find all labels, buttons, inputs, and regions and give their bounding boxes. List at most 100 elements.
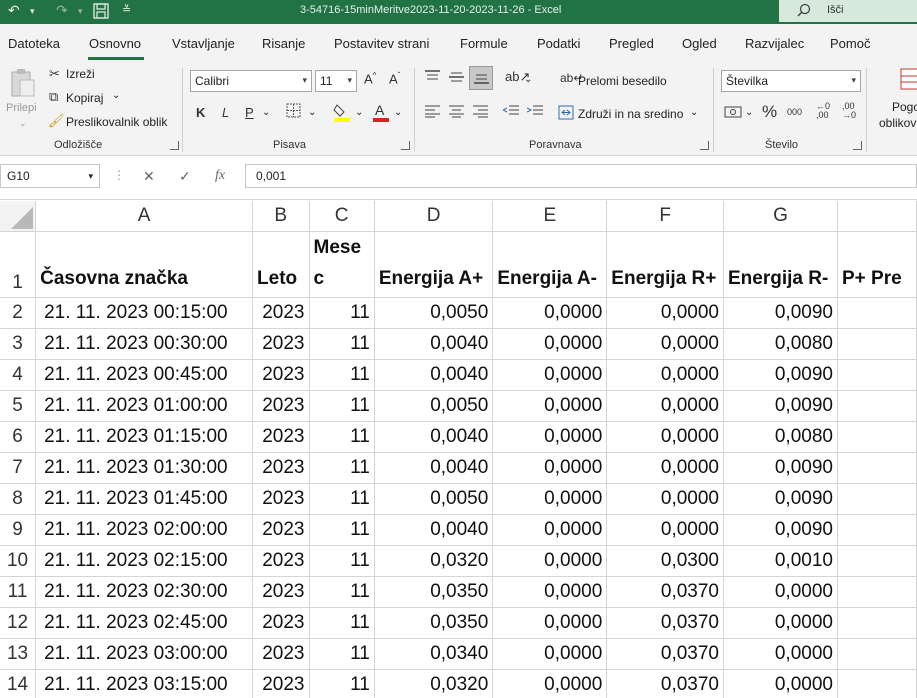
enter-icon[interactable]: ✓ xyxy=(179,168,191,185)
row-header[interactable]: 14 xyxy=(0,669,37,698)
cell[interactable]: 0,0090 xyxy=(723,483,838,515)
column-header[interactable]: D xyxy=(374,201,494,232)
fill-color-icon[interactable] xyxy=(333,102,351,125)
cell[interactable] xyxy=(837,576,917,608)
tab-osnovno[interactable]: Osnovno xyxy=(89,36,141,51)
tab-datoteka[interactable]: Datoteka xyxy=(8,36,60,51)
row-header[interactable]: 5 xyxy=(0,390,37,422)
cell[interactable]: 21. 11. 2023 01:00:00 xyxy=(35,390,254,422)
undo-icon[interactable]: ↶ xyxy=(8,2,20,19)
percent-icon[interactable]: % xyxy=(762,102,777,122)
align-center-icon[interactable] xyxy=(449,105,464,121)
tab-pomoc[interactable]: Pomoč xyxy=(830,36,870,51)
cell[interactable]: 2023 xyxy=(252,669,310,698)
copy-button[interactable]: Kopiraj xyxy=(66,91,103,105)
cell[interactable]: 0,0090 xyxy=(723,359,838,391)
row-header[interactable]: 7 xyxy=(0,452,37,484)
cell[interactable] xyxy=(837,390,917,422)
cell[interactable]: 0,0040 xyxy=(374,421,494,453)
cell[interactable]: 0,0090 xyxy=(723,297,838,329)
select-all-corner[interactable] xyxy=(0,201,37,232)
cell[interactable]: 2023 xyxy=(252,421,310,453)
cell[interactable]: 0,0040 xyxy=(374,359,494,391)
tab-postavitev-strani[interactable]: Postavitev strani xyxy=(334,36,429,51)
header-cell[interactable]: Časovna značka xyxy=(35,231,254,298)
cell[interactable]: 0,0000 xyxy=(606,514,724,546)
cell[interactable]: 11 xyxy=(309,669,375,698)
tab-risanje[interactable]: Risanje xyxy=(262,36,305,51)
cell[interactable]: 0,0090 xyxy=(723,452,838,484)
cell[interactable]: 21. 11. 2023 03:15:00 xyxy=(35,669,254,698)
copy-dropdown-icon[interactable]: ⌄ xyxy=(112,90,120,101)
cell[interactable]: 11 xyxy=(309,297,375,329)
underline-dropdown-icon[interactable]: ⌄ xyxy=(262,107,270,118)
row-header[interactable]: 2 xyxy=(0,297,37,329)
row-header[interactable]: 12 xyxy=(0,607,37,639)
cell[interactable]: 2023 xyxy=(252,328,310,360)
align-left-icon[interactable] xyxy=(425,105,440,121)
row-header[interactable]: 3 xyxy=(0,328,37,360)
cell[interactable] xyxy=(837,328,917,360)
wrap-text-button[interactable]: Prelomi besedilo xyxy=(578,74,667,88)
redo-icon[interactable]: ↷ xyxy=(56,2,68,19)
cell[interactable]: 21. 11. 2023 03:00:00 xyxy=(35,638,254,670)
header-cell[interactable]: Energija A+ xyxy=(374,231,494,298)
cell[interactable]: 0,0000 xyxy=(606,328,724,360)
cell[interactable]: 11 xyxy=(309,576,375,608)
cell[interactable]: 0,0320 xyxy=(374,669,494,698)
decrease-indent-icon[interactable] xyxy=(501,105,519,121)
row-header[interactable]: 11 xyxy=(0,576,37,608)
cell[interactable]: 11 xyxy=(309,359,375,391)
header-cell[interactable]: Mesec xyxy=(309,231,375,298)
comma-style-icon[interactable]: 000 xyxy=(787,107,802,117)
cell[interactable]: 21. 11. 2023 02:30:00 xyxy=(35,576,254,608)
cell[interactable]: 0,0000 xyxy=(492,669,608,698)
header-cell[interactable]: Leto xyxy=(252,231,310,298)
cell[interactable]: 0,0080 xyxy=(723,421,838,453)
undo-dropdown-icon[interactable]: ▾ xyxy=(30,6,35,17)
cell[interactable]: 0,0000 xyxy=(606,421,724,453)
cell[interactable]: 21. 11. 2023 01:30:00 xyxy=(35,452,254,484)
cancel-icon[interactable]: ✕ xyxy=(143,168,155,185)
cell[interactable]: 0,0370 xyxy=(606,607,724,639)
tab-pregled[interactable]: Pregled xyxy=(609,36,654,51)
cell[interactable]: 21. 11. 2023 01:15:00 xyxy=(35,421,254,453)
decrease-decimal-icon[interactable]: ,00 →0 xyxy=(842,102,856,120)
cell[interactable]: 2023 xyxy=(252,638,310,670)
merge-dropdown-icon[interactable]: ⌄ xyxy=(690,107,698,118)
cell[interactable] xyxy=(837,669,917,698)
number-format-select[interactable]: Številka ▾ xyxy=(721,70,861,92)
cell[interactable]: 2023 xyxy=(252,483,310,515)
save-icon[interactable] xyxy=(93,3,109,22)
cell[interactable]: 2023 xyxy=(252,452,310,484)
cell[interactable] xyxy=(837,297,917,329)
orientation-dropdown-icon[interactable]: ⌄ xyxy=(524,74,532,85)
cell[interactable]: 0,0000 xyxy=(492,576,608,608)
cell[interactable]: 2023 xyxy=(252,390,310,422)
accounting-format-icon[interactable] xyxy=(724,105,742,122)
cell[interactable] xyxy=(837,607,917,639)
cell[interactable]: 21. 11. 2023 02:45:00 xyxy=(35,607,254,639)
underline-button[interactable]: P xyxy=(245,105,254,120)
borders-dropdown-icon[interactable]: ⌄ xyxy=(308,107,316,118)
row-header[interactable]: 6 xyxy=(0,421,37,453)
row-header[interactable]: 13 xyxy=(0,638,37,670)
cell[interactable]: 0,0000 xyxy=(606,297,724,329)
cell[interactable]: 11 xyxy=(309,328,375,360)
align-right-icon[interactable] xyxy=(473,105,488,121)
alignment-launcher-icon[interactable] xyxy=(700,141,709,150)
column-header[interactable]: A xyxy=(35,201,254,232)
redo-dropdown-icon[interactable]: ▾ xyxy=(78,6,83,17)
cell[interactable]: 0,0090 xyxy=(723,390,838,422)
cell[interactable]: 0,0000 xyxy=(723,607,838,639)
column-header[interactable]: C xyxy=(309,201,375,232)
cell[interactable]: 0,0370 xyxy=(606,576,724,608)
cell[interactable]: 11 xyxy=(309,514,375,546)
cell[interactable] xyxy=(837,359,917,391)
cell[interactable]: 0,0370 xyxy=(606,638,724,670)
cell[interactable]: 0,0000 xyxy=(606,359,724,391)
cell[interactable]: 0,0370 xyxy=(606,669,724,698)
column-header[interactable] xyxy=(837,201,917,232)
format-painter-button[interactable]: Preslikovalnik oblik xyxy=(66,115,167,129)
cut-icon[interactable]: ✂ xyxy=(49,66,60,82)
